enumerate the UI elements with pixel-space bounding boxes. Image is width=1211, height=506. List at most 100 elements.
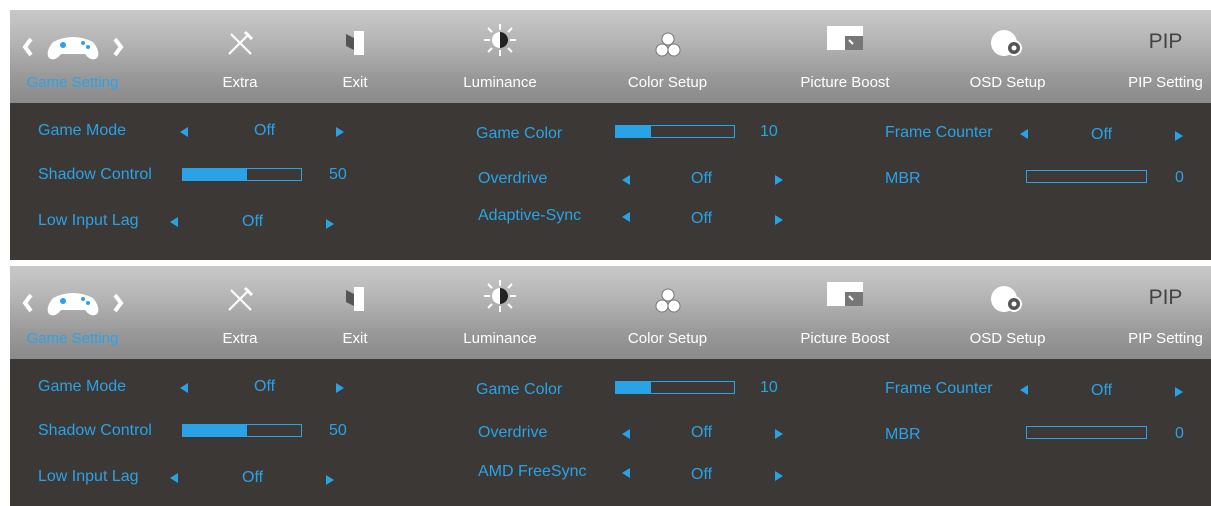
tools-icon bbox=[225, 284, 255, 319]
shadow-control-value: 50 bbox=[329, 166, 347, 183]
tab-osd-setup[interactable]: OSD Setup bbox=[955, 10, 1060, 103]
frame-counter-right-arrow[interactable] bbox=[1175, 387, 1183, 397]
low-input-lag-right-arrow[interactable] bbox=[326, 475, 334, 485]
game-color-value: 10 bbox=[760, 379, 778, 396]
tab-label: PIP Setting bbox=[1128, 330, 1203, 347]
tab-label: Picture Boost bbox=[800, 330, 890, 347]
exit-door-icon bbox=[340, 284, 370, 319]
low-input-lag-left-arrow[interactable] bbox=[170, 473, 178, 483]
mbr-value: 0 bbox=[1175, 425, 1184, 442]
tab-label: Color Setup bbox=[627, 74, 708, 91]
overdrive-label: Overdrive bbox=[478, 424, 548, 441]
mbr-value: 0 bbox=[1175, 169, 1184, 186]
color-circles-icon bbox=[653, 30, 683, 65]
overdrive-value[interactable]: Off bbox=[691, 170, 712, 188]
game-color-slider[interactable] bbox=[615, 125, 735, 138]
frame-counter-label: Frame Counter bbox=[885, 380, 993, 397]
sync-value[interactable]: Off bbox=[691, 210, 712, 228]
sync-right-arrow[interactable] bbox=[775, 471, 783, 481]
tab-extra[interactable]: Extra bbox=[190, 10, 290, 103]
mbr-label: MBR bbox=[885, 170, 921, 187]
overdrive-left-arrow[interactable] bbox=[622, 175, 630, 185]
frame-counter-value[interactable]: Off bbox=[1091, 382, 1112, 400]
tab-label: Extra bbox=[222, 330, 258, 347]
tab-picture-boost[interactable]: Picture Boost bbox=[785, 10, 905, 103]
frame-counter-value[interactable]: Off bbox=[1091, 126, 1112, 144]
tab-color-setup[interactable]: Color Setup bbox=[610, 266, 725, 359]
game-color-slider[interactable] bbox=[615, 381, 735, 394]
game-color-value: 10 bbox=[760, 123, 778, 140]
tab-picture-boost[interactable]: Picture Boost bbox=[785, 266, 905, 359]
low-input-lag-right-arrow[interactable] bbox=[326, 219, 334, 229]
tab-label: Extra bbox=[222, 74, 258, 91]
osd-tab-bar: Game Setting Extra Exit Luminance Color … bbox=[10, 10, 1211, 103]
tab-label: Luminance bbox=[463, 330, 537, 347]
game-color-label: Game Color bbox=[476, 125, 563, 142]
tab-game-setting[interactable]: Game Setting bbox=[10, 10, 135, 103]
mbr-label: MBR bbox=[885, 426, 921, 443]
color-circles-icon bbox=[653, 286, 683, 321]
shadow-control-value: 50 bbox=[329, 422, 347, 439]
tab-label: Color Setup bbox=[627, 330, 708, 347]
tab-label: Exit bbox=[342, 330, 368, 347]
pip-icon: PIP bbox=[1148, 30, 1183, 53]
low-input-lag-left-arrow[interactable] bbox=[170, 217, 178, 227]
overdrive-right-arrow[interactable] bbox=[775, 175, 783, 185]
game-mode-left-arrow[interactable] bbox=[180, 383, 188, 393]
overdrive-left-arrow[interactable] bbox=[622, 429, 630, 439]
low-input-lag-value[interactable]: Off bbox=[242, 469, 263, 487]
sync-right-arrow[interactable] bbox=[775, 215, 783, 225]
picture-boost-icon bbox=[825, 24, 865, 59]
overdrive-value[interactable]: Off bbox=[691, 424, 712, 442]
sun-brightness-icon bbox=[482, 278, 518, 319]
shadow-control-slider[interactable] bbox=[182, 168, 302, 181]
osd-menu-amd-freesync: Game Setting Extra Exit Luminance Color … bbox=[10, 266, 1211, 506]
low-input-lag-value[interactable]: Off bbox=[242, 213, 263, 231]
tab-label: PIP Setting bbox=[1128, 74, 1203, 91]
low-input-lag-label: Low Input Lag bbox=[38, 468, 139, 485]
overdrive-right-arrow[interactable] bbox=[775, 429, 783, 439]
tab-label: Luminance bbox=[463, 74, 537, 91]
shadow-control-label: Shadow Control bbox=[38, 166, 152, 183]
sync-value[interactable]: Off bbox=[691, 466, 712, 484]
sync-label: AMD FreeSync bbox=[478, 463, 587, 480]
tab-label: Picture Boost bbox=[800, 74, 890, 91]
osd-gear-icon bbox=[988, 28, 1028, 65]
game-mode-label: Game Mode bbox=[38, 378, 127, 395]
tab-pip-setting[interactable]: PIP PIP Setting bbox=[1120, 10, 1211, 103]
low-input-lag-label: Low Input Lag bbox=[38, 212, 139, 229]
tab-luminance[interactable]: Luminance bbox=[450, 266, 550, 359]
tools-icon bbox=[225, 28, 255, 63]
game-mode-value[interactable]: Off bbox=[254, 122, 275, 140]
game-mode-left-arrow[interactable] bbox=[180, 127, 188, 137]
tab-color-setup[interactable]: Color Setup bbox=[610, 10, 725, 103]
mbr-slider[interactable] bbox=[1026, 426, 1147, 439]
tab-exit[interactable]: Exit bbox=[310, 266, 400, 359]
tab-luminance[interactable]: Luminance bbox=[450, 10, 550, 103]
picture-boost-icon bbox=[825, 280, 865, 315]
overdrive-label: Overdrive bbox=[478, 170, 548, 187]
sync-left-arrow[interactable] bbox=[622, 212, 630, 222]
pip-icon: PIP bbox=[1148, 286, 1183, 309]
tab-exit[interactable]: Exit bbox=[310, 10, 400, 103]
osd-menu-adaptive-sync: Game Setting Extra Exit Luminance Color … bbox=[10, 10, 1211, 260]
game-mode-value[interactable]: Off bbox=[254, 378, 275, 396]
shadow-control-slider[interactable] bbox=[182, 424, 302, 437]
frame-counter-label: Frame Counter bbox=[885, 124, 993, 141]
sun-brightness-icon bbox=[482, 22, 518, 63]
gamepad-icon bbox=[13, 30, 133, 69]
osd-gear-icon bbox=[988, 284, 1028, 321]
game-mode-label: Game Mode bbox=[38, 122, 127, 139]
tab-label: Game Setting bbox=[26, 74, 119, 91]
tab-pip-setting[interactable]: PIP PIP Setting bbox=[1120, 266, 1211, 359]
frame-counter-left-arrow[interactable] bbox=[1020, 385, 1028, 395]
frame-counter-right-arrow[interactable] bbox=[1175, 131, 1183, 141]
tab-extra[interactable]: Extra bbox=[190, 266, 290, 359]
game-mode-right-arrow[interactable] bbox=[336, 383, 344, 393]
frame-counter-left-arrow[interactable] bbox=[1020, 129, 1028, 139]
tab-osd-setup[interactable]: OSD Setup bbox=[955, 266, 1060, 359]
tab-game-setting[interactable]: Game Setting bbox=[10, 266, 135, 359]
sync-left-arrow[interactable] bbox=[622, 468, 630, 478]
game-mode-right-arrow[interactable] bbox=[336, 127, 344, 137]
mbr-slider[interactable] bbox=[1026, 170, 1147, 183]
